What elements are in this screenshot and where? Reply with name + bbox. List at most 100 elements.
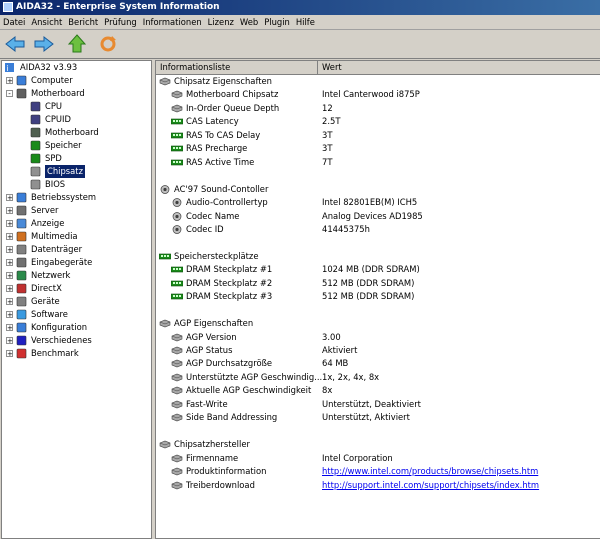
- chip-icon: [171, 373, 183, 382]
- expand-icon[interactable]: +: [6, 246, 13, 254]
- item-value: Intel Canterwood i875P: [322, 89, 420, 100]
- item-label: AGP Status: [186, 345, 233, 355]
- up-arrow-icon: [67, 34, 87, 53]
- list-item[interactable]: Audio-Controllertyp Intel 82801EB(M) ICH5: [156, 196, 600, 209]
- menu-lizenz[interactable]: Lizenz: [205, 15, 237, 29]
- input-icon: [16, 257, 27, 268]
- list-item[interactable]: DRAM Steckplatz #2 512 MB (DDR SDRAM): [156, 277, 600, 290]
- group-header: Speichersteckplätze: [156, 250, 600, 263]
- expand-icon[interactable]: +: [6, 259, 13, 267]
- tree-item-label: Anzeige: [31, 218, 65, 228]
- item-label: Produktinformation: [186, 466, 267, 477]
- item-value: 8x: [322, 385, 333, 396]
- list-item[interactable]: CAS Latency 2.5T: [156, 115, 600, 128]
- list-item[interactable]: DRAM Steckplatz #1 1024 MB (DDR SDRAM): [156, 263, 600, 276]
- list-item[interactable]: Unterstützte AGP Geschwindig... 1x, 2x, 4…: [156, 371, 600, 384]
- menu-pruefung[interactable]: Prüfung: [101, 15, 140, 29]
- tree-item-label: Benchmark: [31, 348, 79, 358]
- chip-icon: [171, 454, 183, 462]
- ram-icon: [171, 119, 183, 125]
- list-item[interactable]: Aktuelle AGP Geschwindigkeit 8x: [156, 384, 600, 397]
- item-value: 3T: [322, 129, 333, 140]
- chipset-icon: [30, 166, 41, 177]
- menu-informationen[interactable]: Informationen: [140, 15, 205, 29]
- list-item[interactable]: Side Band Addressing Unterstützt, Aktivie…: [156, 411, 600, 424]
- chip-icon: [171, 91, 183, 99]
- item-value: 512 MB (DDR SDRAM): [322, 277, 415, 288]
- list-item[interactable]: RAS To CAS Delay 3T: [156, 129, 600, 142]
- expand-icon[interactable]: +: [6, 311, 13, 319]
- item-value: 512 MB (DDR SDRAM): [322, 291, 415, 302]
- expand-icon[interactable]: +: [6, 350, 13, 358]
- expand-icon[interactable]: +: [6, 220, 13, 228]
- menu-hilfe[interactable]: Hilfe: [293, 15, 318, 29]
- expand-icon[interactable]: +: [6, 194, 13, 202]
- group-label: Chipsatz Eigenschaften: [174, 76, 272, 86]
- menu-bar: Datei Ansicht Bericht Prüfung Informationen L…: [0, 15, 600, 30]
- expand-icon[interactable]: +: [6, 77, 13, 85]
- group-chip-icon: [159, 440, 171, 449]
- list-item[interactable]: Treiberdownload http://support.intel.com/…: [156, 479, 600, 492]
- list-item[interactable]: Fast-Write Unterstützt, Deaktiviert: [156, 398, 600, 411]
- up-button[interactable]: [66, 34, 88, 54]
- list-item[interactable]: AGP Durchsatzgröße 64 MB: [156, 357, 600, 370]
- group-label: Chipsatzhersteller: [174, 439, 250, 450]
- menu-bericht[interactable]: Bericht: [65, 15, 101, 29]
- list-item[interactable]: AGP Version 3.00: [156, 331, 600, 344]
- column-header-field[interactable]: Informationsliste: [156, 61, 318, 74]
- tree-item-label: CPU: [45, 101, 63, 111]
- list-item[interactable]: Produktinformation http://www.intel.com/p…: [156, 465, 600, 478]
- list-item[interactable]: Codec Name Analog Devices AD1985: [156, 210, 600, 223]
- list-item[interactable]: DRAM Steckplatz #3 512 MB (DDR SDRAM): [156, 290, 600, 303]
- back-button[interactable]: [4, 34, 26, 54]
- item-link[interactable]: http://www.intel.com/products/browse/chi…: [322, 465, 538, 478]
- tree-item-label: Geräte: [31, 296, 60, 306]
- bios-icon: [30, 179, 41, 190]
- expand-icon[interactable]: +: [6, 298, 13, 306]
- toolbar: [0, 30, 600, 59]
- list-item[interactable]: RAS Active Time 7T: [156, 156, 600, 169]
- config-icon: [16, 322, 27, 333]
- ram-icon: [171, 145, 183, 152]
- expand-icon[interactable]: +: [6, 337, 13, 345]
- item-label: DRAM Steckplatz #2: [186, 277, 273, 288]
- list-item[interactable]: RAS Precharge 3T: [156, 142, 600, 155]
- list-item[interactable]: AGP Status Aktiviert: [156, 344, 600, 357]
- collapse-icon[interactable]: -: [6, 90, 13, 98]
- svg-text:i: i: [7, 64, 9, 73]
- multimedia-icon: [16, 231, 27, 242]
- item-link[interactable]: http://support.intel.com/support/chipset…: [322, 479, 539, 492]
- tree-item-label: Eingabegeräte: [31, 257, 93, 267]
- list-item[interactable]: Codec ID 41445375h: [156, 223, 600, 236]
- menu-plugin[interactable]: Plugin: [261, 15, 293, 29]
- aida-root-icon: i: [5, 63, 14, 73]
- menu-web[interactable]: Web: [237, 15, 261, 29]
- tree-item-label: Server: [31, 205, 59, 215]
- item-label: Firmenname: [186, 452, 239, 463]
- tree-item-label: Verschiedenes: [31, 335, 92, 345]
- forward-button[interactable]: [33, 34, 55, 54]
- group-header: AC'97 Sound-Contoller: [156, 183, 600, 196]
- devices-icon: [16, 296, 27, 307]
- list-item[interactable]: In-Order Queue Depth 12: [156, 102, 600, 115]
- expand-icon[interactable]: +: [6, 285, 13, 293]
- column-header-value[interactable]: Wert: [318, 61, 600, 74]
- group-header: AGP Eigenschaften: [156, 317, 600, 330]
- tree-item-label: SPD: [45, 153, 62, 163]
- item-value: 2.5T: [322, 116, 341, 127]
- misc-icon: [16, 335, 27, 346]
- chip-icon: [171, 467, 183, 476]
- refresh-button[interactable]: [97, 34, 119, 54]
- expand-icon[interactable]: +: [6, 324, 13, 332]
- expand-icon[interactable]: +: [6, 233, 13, 241]
- group-chip-icon: [159, 319, 171, 328]
- tree-pane: i AIDA32 v3.93 + Computer - Motherboard CPU C…: [1, 60, 152, 539]
- menu-ansicht[interactable]: Ansicht: [28, 15, 65, 29]
- list-item[interactable]: Motherboard Chipsatz Intel Canterwood i87…: [156, 88, 600, 101]
- chip-icon: [171, 387, 183, 395]
- chip-icon: [171, 413, 183, 422]
- expand-icon[interactable]: +: [6, 207, 13, 215]
- list-item[interactable]: Firmenname Intel Corporation: [156, 452, 600, 465]
- menu-datei[interactable]: Datei: [0, 15, 28, 29]
- expand-icon[interactable]: +: [6, 272, 13, 280]
